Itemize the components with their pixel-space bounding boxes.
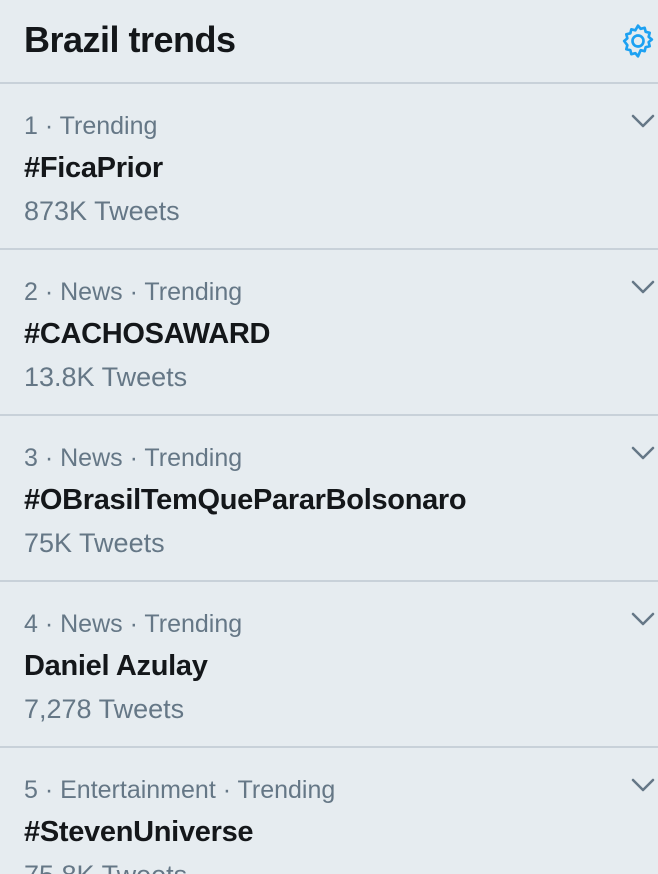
trend-name[interactable]: #StevenUniverse (24, 814, 254, 850)
trend-options-button[interactable] (628, 604, 658, 634)
trend-meta: 5 · Entertainment · Trending (24, 776, 336, 804)
trend-meta: 3 · News · Trending (24, 444, 243, 472)
gear-icon (622, 24, 654, 58)
trend-options-button[interactable] (628, 106, 658, 136)
trend-options-button[interactable] (628, 272, 658, 302)
trend-item[interactable]: 2 · News · Trending #CACHOSAWARD 13.8K T… (0, 250, 658, 416)
trend-meta: 2 · News · Trending (24, 278, 243, 306)
trends-panel: Brazil trends 1 · Trending #FicaPrior 87… (0, 0, 658, 874)
trend-options-button[interactable] (628, 438, 658, 468)
trend-item[interactable]: 4 · News · Trending Daniel Azulay 7,278 … (0, 582, 658, 748)
trend-name[interactable]: #FicaPrior (24, 150, 163, 186)
chevron-down-icon (631, 280, 655, 294)
page-title: Brazil trends (24, 19, 236, 60)
chevron-down-icon (631, 612, 655, 626)
trend-tweet-count: 75.8K Tweets (24, 858, 187, 874)
trend-item[interactable]: 5 · Entertainment · Trending #StevenUniv… (0, 748, 658, 874)
chevron-down-icon (631, 778, 655, 792)
chevron-down-icon (631, 446, 655, 460)
trend-name[interactable]: Daniel Azulay (24, 648, 208, 684)
trend-tweet-count: 13.8K Tweets (24, 362, 188, 392)
trend-name[interactable]: #OBrasilTemQuePararBolsonaro (24, 482, 467, 518)
trend-name[interactable]: #CACHOSAWARD (24, 316, 270, 352)
trend-meta: 4 · News · Trending (24, 610, 243, 638)
trend-tweet-count: 7,278 Tweets (24, 694, 185, 724)
trends-header: Brazil trends (0, 0, 658, 84)
settings-button[interactable] (616, 20, 658, 62)
trend-item[interactable]: 1 · Trending #FicaPrior 873K Tweets (0, 84, 658, 250)
trend-item[interactable]: 3 · News · Trending #OBrasilTemQuePararB… (0, 416, 658, 582)
chevron-down-icon (631, 114, 655, 128)
trend-options-button[interactable] (628, 770, 658, 800)
trend-meta: 1 · Trending (24, 112, 158, 140)
trend-tweet-count: 873K Tweets (24, 196, 180, 226)
trend-tweet-count: 75K Tweets (24, 528, 165, 558)
